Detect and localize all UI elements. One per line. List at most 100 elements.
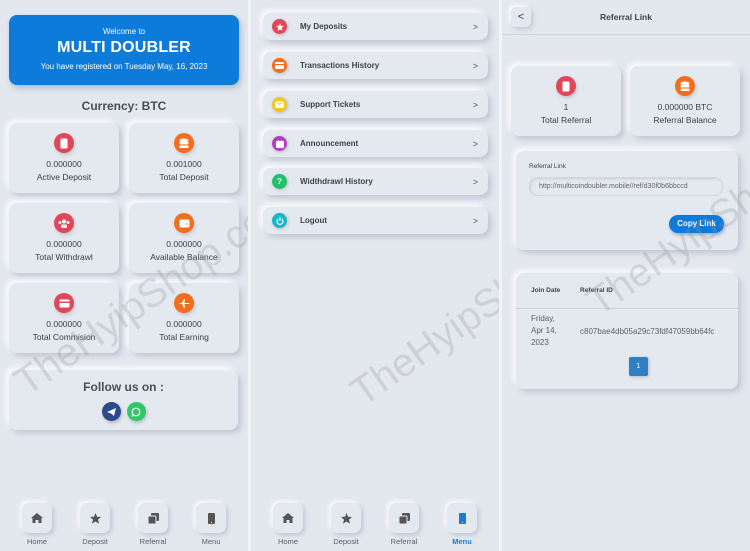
mobile-icon: [54, 133, 74, 153]
stat-value: 0.000000: [46, 319, 82, 329]
whatsapp-icon[interactable]: [126, 402, 146, 421]
menu-item-label: Support Tickets: [300, 100, 361, 109]
nav-referral[interactable]: Referral: [128, 493, 178, 551]
menu-item-announcement[interactable]: Announcement >: [263, 130, 488, 157]
nav-home[interactable]: Home: [12, 493, 62, 551]
nav-referral[interactable]: Referral: [379, 493, 429, 551]
nav-deposit[interactable]: Deposit: [70, 493, 120, 551]
date-line: 2023: [531, 338, 549, 347]
stat-value: 0.001000: [166, 159, 202, 169]
column-header-join-date: Join Date: [531, 287, 561, 294]
mobile-icon: [556, 76, 576, 96]
menu-item-withdrawl-history[interactable]: ? Widthdrawl History >: [263, 168, 488, 195]
stat-card-total-withdrawl: 0.000000 Total Withdrawl: [9, 203, 119, 273]
menu-item-label: Logout: [300, 216, 328, 225]
stat-card-total-commision: 0.000000 Total Commision: [9, 283, 119, 353]
wallet-icon: [174, 213, 194, 233]
star-icon: [80, 503, 110, 533]
copy-link-button[interactable]: Copy Link: [669, 215, 724, 233]
nav-label: Deposit: [82, 537, 108, 546]
mobile-icon: [447, 503, 477, 533]
stat-card-total-earning: 0.000000 Total Earning: [129, 283, 239, 353]
app-title: MULTI DOUBLER: [57, 39, 191, 56]
menu-item-transactions-history[interactable]: Transactions History >: [263, 52, 488, 79]
menu-item-label: My Deposits: [300, 22, 348, 31]
stat-label: Total Earning: [159, 332, 209, 342]
stat-card-total-deposit: 0.001000 Total Deposit: [129, 123, 239, 193]
date-line: Friday,: [531, 314, 555, 323]
referral-id-cell: c807bae4db05a29c73fdf47059bb64fc: [580, 326, 715, 336]
database-icon: [675, 76, 695, 96]
follow-us-card: Follow us on :: [9, 370, 238, 430]
stat-card-total-referral: 1 Total Referral: [511, 66, 621, 136]
stat-label: Total Commision: [32, 332, 96, 342]
nav-home[interactable]: Home: [263, 493, 313, 551]
stat-value: 0.000000: [46, 159, 82, 169]
bottom-nav: Home Deposit Referral Menu: [251, 493, 499, 551]
nav-deposit[interactable]: Deposit: [321, 493, 371, 551]
follow-heading: Follow us on :: [83, 380, 164, 394]
welcome-banner: Welcome to MULTI DOUBLER You have regist…: [9, 15, 239, 85]
menu-item-my-deposits[interactable]: My Deposits >: [263, 13, 488, 40]
telegram-icon[interactable]: [101, 402, 121, 421]
pagination-page-1[interactable]: 1: [629, 357, 648, 376]
star-icon: [272, 19, 287, 34]
dashboard-screen: Welcome to MULTI DOUBLER You have regist…: [0, 0, 248, 551]
referral-screen: < Referral Link 1 Total Referral 0.00000…: [502, 0, 750, 551]
stat-value: 0.000000: [166, 239, 202, 249]
question-icon: ?: [272, 174, 287, 189]
referral-link-input[interactable]: http://multicoindoubler.mobile//ref/d30f…: [529, 177, 723, 196]
copy-icon: [389, 503, 419, 533]
referral-link-card: Referral Link http://multicoindoubler.mo…: [516, 151, 738, 250]
nav-label: Referral: [139, 537, 167, 546]
chevron-right-icon: >: [472, 21, 478, 32]
nav-label: Deposit: [333, 537, 359, 546]
referrals-table: Join Date Referral ID Friday, Apr 14, 20…: [516, 273, 738, 389]
welcome-text: Welcome to: [102, 27, 146, 36]
plane-icon: [174, 293, 194, 313]
stat-value: 0.000000 BTC: [657, 102, 713, 112]
referral-link-label: Referral Link: [529, 163, 566, 170]
nav-label: Menu: [201, 537, 221, 546]
stat-value: 0.000000: [166, 319, 202, 329]
menu-item-logout[interactable]: Logout >: [263, 207, 488, 234]
credit-card-icon: [272, 58, 287, 73]
menu-item-label: Transactions History: [300, 61, 380, 70]
credit-card-icon: [54, 293, 74, 313]
nav-menu[interactable]: Menu: [186, 493, 236, 551]
stat-label: Total Withdrawl: [35, 252, 93, 262]
nav-menu[interactable]: Menu: [437, 493, 487, 551]
stat-label: Total Referral: [540, 115, 592, 125]
nav-label: Menu: [452, 537, 472, 546]
stat-label: Active Deposit: [36, 172, 92, 182]
chevron-right-icon: >: [472, 60, 478, 71]
chevron-right-icon: >: [472, 176, 478, 187]
stat-card-referral-balance: 0.000000 BTC Referral Balance: [630, 66, 740, 136]
stat-value: 0.000000: [46, 239, 82, 249]
chevron-right-icon: >: [472, 138, 478, 149]
copy-icon: [138, 503, 168, 533]
database-icon: [174, 133, 194, 153]
table-row: Friday, Apr 14, 2023 c807bae4db05a29c73f…: [516, 309, 738, 353]
column-header-referral-id: Referral ID: [580, 287, 613, 294]
announcement-icon: [272, 136, 287, 151]
page-title: Referral Link: [600, 12, 652, 22]
users-icon: [54, 213, 74, 233]
currency-label: Currency: BTC: [81, 99, 167, 113]
chevron-right-icon: >: [472, 99, 478, 110]
menu-item-label: Announcement: [300, 139, 359, 148]
nav-label: Home: [26, 537, 47, 546]
registration-date: You have registered on Tuesday May, 16, …: [40, 62, 208, 71]
nav-label: Referral: [390, 537, 418, 546]
menu-item-support-tickets[interactable]: Support Tickets >: [263, 91, 488, 118]
join-date-cell: Friday, Apr 14, 2023: [516, 313, 580, 349]
stat-value: 1: [563, 102, 569, 112]
power-icon: [272, 213, 287, 228]
stat-label: Referral Balance: [653, 115, 717, 125]
stat-label: Total Deposit: [159, 172, 209, 182]
bottom-nav: Home Deposit Referral Menu: [0, 493, 248, 551]
mobile-icon: [196, 503, 226, 533]
date-line: Apr 14,: [531, 326, 557, 335]
envelope-icon: [272, 97, 287, 112]
table-header: Join Date Referral ID: [516, 273, 738, 309]
